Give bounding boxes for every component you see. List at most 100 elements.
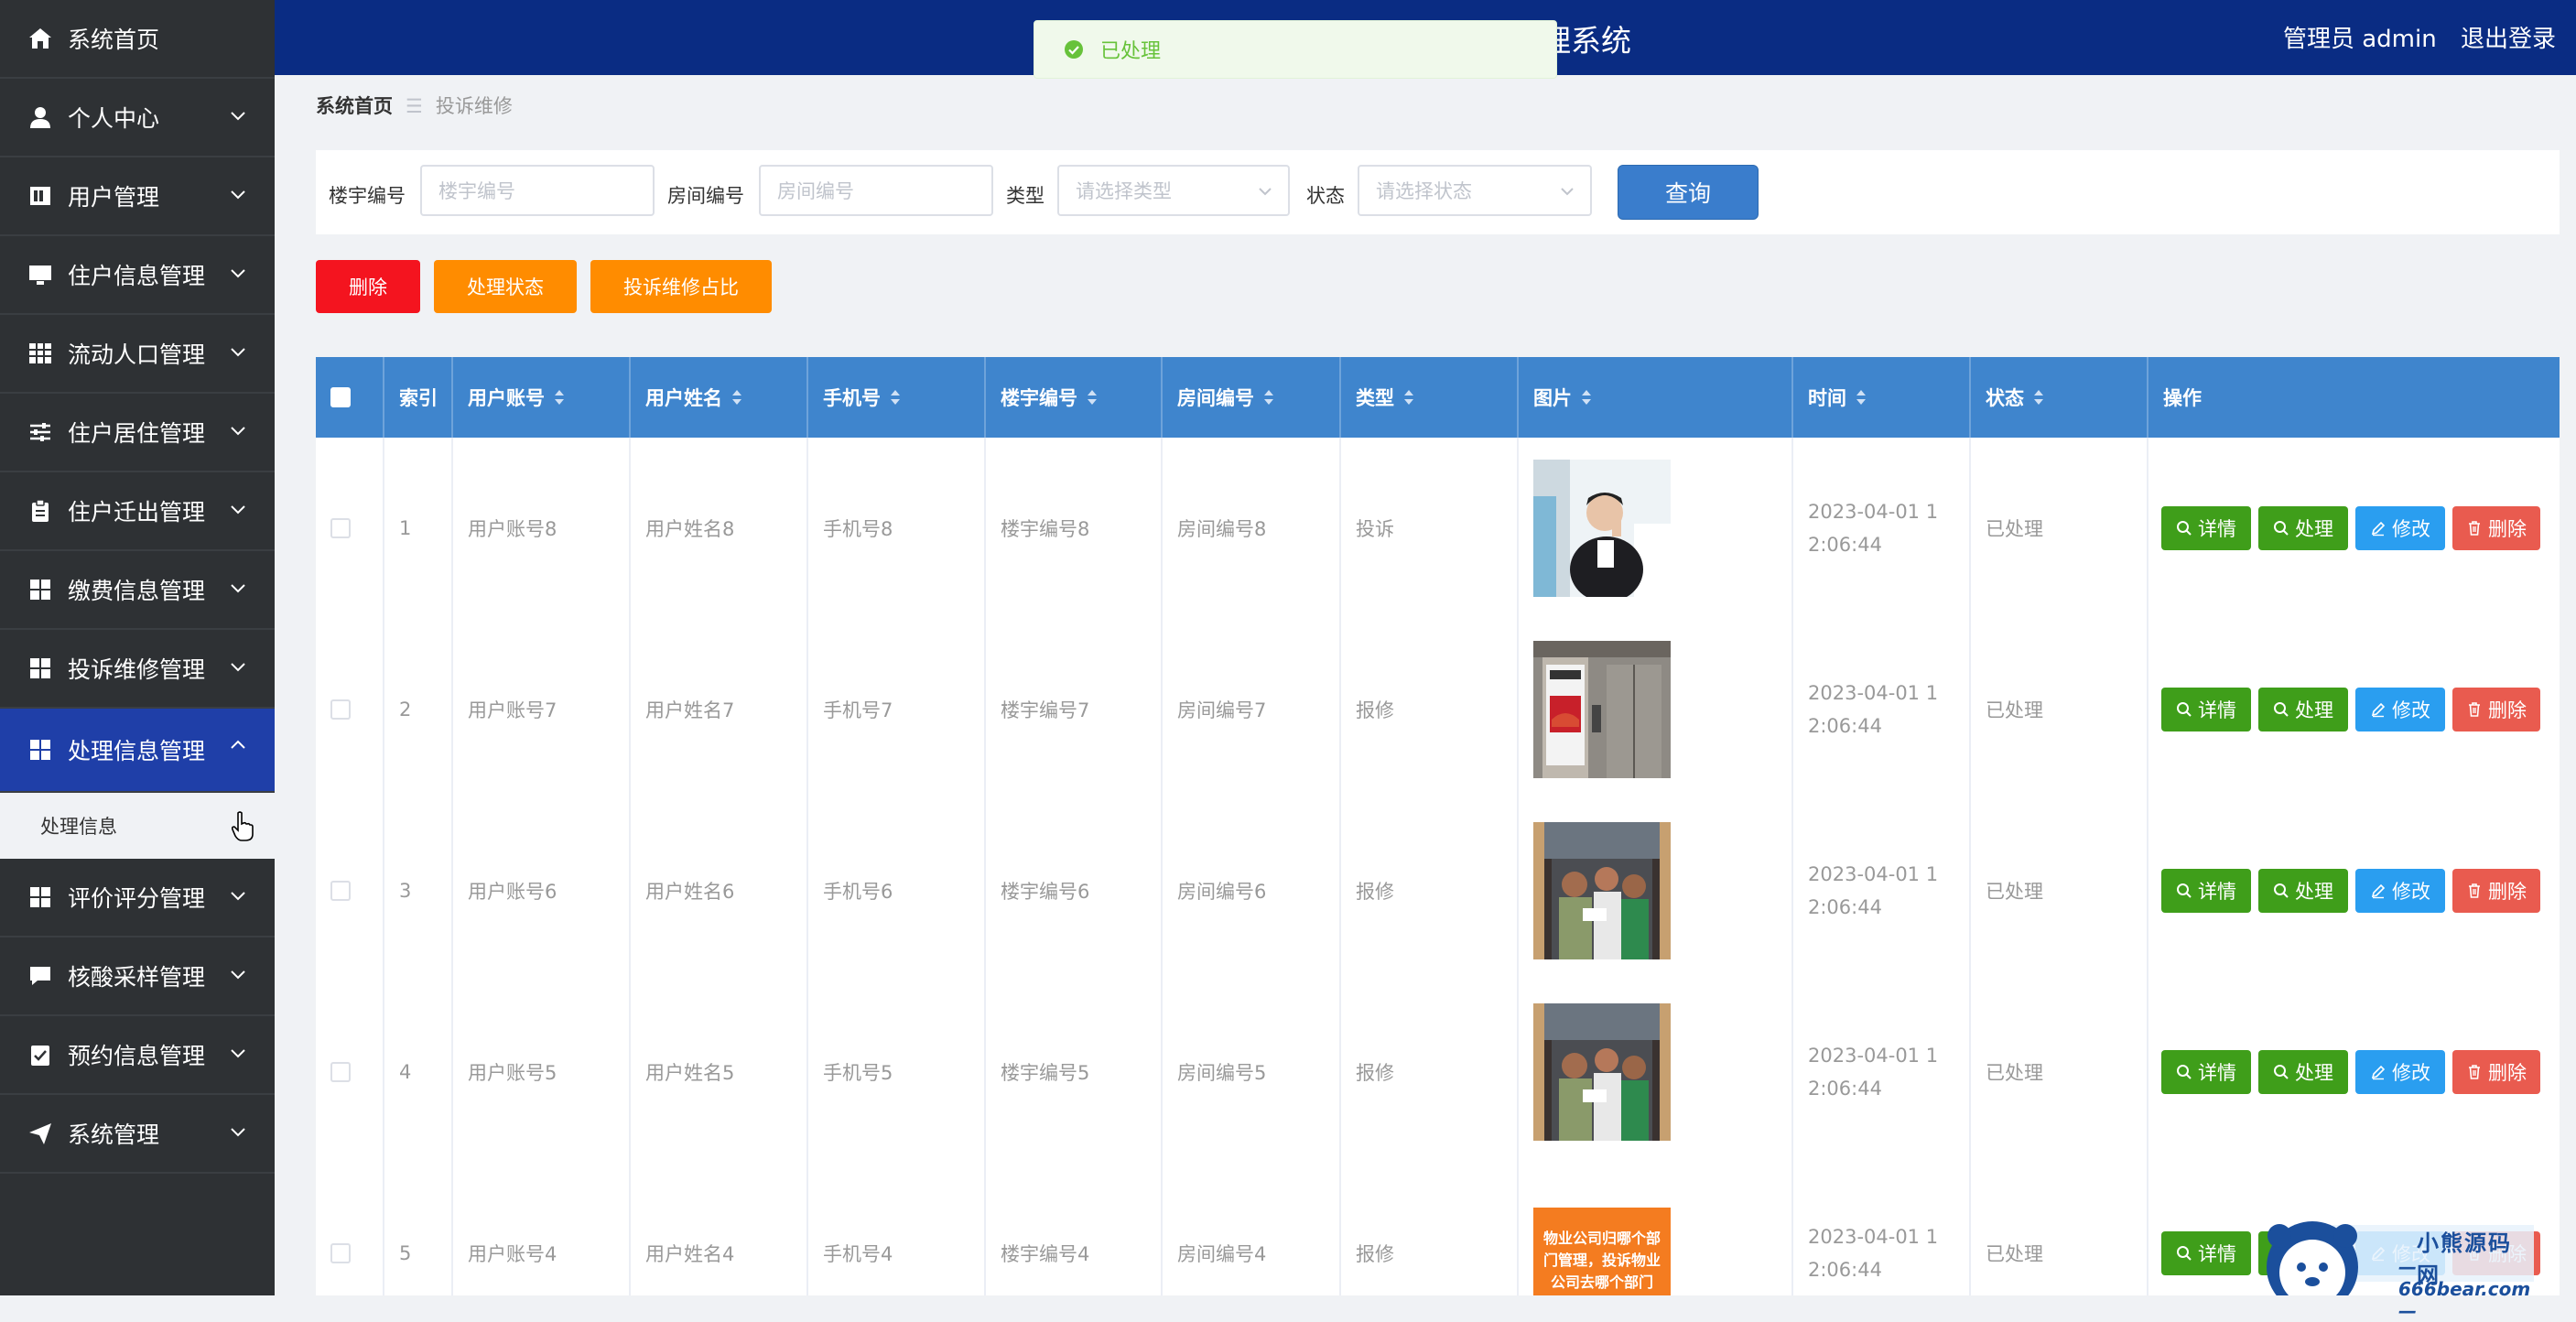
header-image[interactable]: 图片 [1519, 357, 1793, 438]
sidebar-item-12[interactable]: 预约信息管理 [0, 1016, 275, 1095]
thumbnail-image[interactable]: 物业公司归哪个部门管理，投诉物业公司去哪个部门 [1533, 1208, 1671, 1295]
process-button-label: 处理 [2295, 699, 2333, 721]
building-value: 楼宇编号4 [1001, 1243, 1090, 1265]
edit-button[interactable]: 修改 [2355, 506, 2445, 550]
detail-button[interactable]: 详情 [2161, 1050, 2251, 1094]
row-image-cell [1519, 981, 1793, 1163]
header-phone[interactable]: 手机号 [808, 357, 986, 438]
index-value: 5 [399, 1242, 412, 1264]
phone-value: 手机号5 [823, 1062, 893, 1084]
thumbnail-image[interactable] [1533, 460, 1671, 597]
query-button[interactable]: 查询 [1618, 165, 1759, 220]
delete-button[interactable]: 删除 [2452, 869, 2540, 913]
room-value: 房间编号8 [1177, 518, 1267, 540]
row-ops-cell: 详情 处理 修改 删除 [2148, 981, 2560, 1163]
sort-icon[interactable] [1263, 388, 1274, 406]
row-time-cell: 2023-04-01 12:06:44 [1793, 800, 1971, 981]
detail-button[interactable]: 详情 [2161, 1231, 2251, 1275]
time-value: 2023-04-01 12:06:44 [1808, 501, 1939, 556]
batch-delete-button[interactable]: 删除 [316, 260, 420, 313]
sidebar-item-10[interactable]: 评价评分管理 [0, 859, 275, 937]
header-time[interactable]: 时间 [1793, 357, 1971, 438]
thumbnail-image[interactable] [1533, 1003, 1671, 1141]
row-checkbox[interactable] [330, 1062, 351, 1082]
submenu-item-process-info[interactable]: 处理信息 [0, 793, 275, 859]
room-input[interactable]: 房间编号 [759, 165, 993, 216]
select-all-checkbox[interactable] [330, 387, 351, 407]
delete-button[interactable]: 删除 [2452, 506, 2540, 550]
row-checkbox[interactable] [330, 518, 351, 538]
sort-icon[interactable] [2033, 388, 2044, 406]
submenu-label: 处理信息 [40, 816, 117, 838]
apps-icon [27, 577, 53, 602]
complaint-ratio-button[interactable]: 投诉维修占比 [590, 260, 772, 313]
process-button[interactable]: 处理 [2258, 506, 2348, 550]
sort-icon[interactable] [1856, 388, 1867, 406]
header-type[interactable]: 类型 [1341, 357, 1519, 438]
process-button[interactable]: 处理 [2258, 869, 2348, 913]
search-panel: 楼宇编号 楼宇编号 房间编号 房间编号 类型 请选择类型 状态 请选择状态 查询 [316, 150, 2560, 234]
header-name[interactable]: 用户姓名 [631, 357, 808, 438]
clipboard-icon [27, 498, 53, 524]
status-select[interactable]: 请选择状态 [1358, 165, 1592, 216]
header-building[interactable]: 楼宇编号 [986, 357, 1163, 438]
sidebar-item-label: 评价评分管理 [68, 885, 206, 912]
sidebar-item-9[interactable]: 处理信息管理 [0, 709, 275, 793]
delete-button[interactable]: 删除 [2452, 1050, 2540, 1094]
row-select-cell [316, 1163, 384, 1295]
sidebar-item-11[interactable]: 核酸采样管理 [0, 937, 275, 1016]
sidebar-item-4[interactable]: 流动人口管理 [0, 315, 275, 394]
breadcrumb-separator-icon: ☰ [406, 95, 423, 117]
sidebar-item-2[interactable]: 用户管理 [0, 157, 275, 236]
row-checkbox[interactable] [330, 1243, 351, 1263]
sidebar-item-8[interactable]: 投诉维修管理 [0, 630, 275, 709]
account-value: 用户账号4 [468, 1243, 557, 1265]
sidebar-item-5[interactable]: 住户居住管理 [0, 394, 275, 472]
time-value: 2023-04-01 12:06:44 [1808, 682, 1939, 737]
edit-icon [2371, 702, 2386, 718]
sort-icon[interactable] [554, 388, 565, 406]
header-account[interactable]: 用户账号 [453, 357, 631, 438]
detail-button[interactable]: 详情 [2161, 506, 2251, 550]
row-ops-cell: 详情 处理 修改 删除 [2148, 438, 2560, 619]
process-status-button[interactable]: 处理状态 [434, 260, 577, 313]
type-select[interactable]: 请选择类型 [1057, 165, 1290, 216]
sort-icon[interactable] [731, 388, 742, 406]
detail-button[interactable]: 详情 [2161, 688, 2251, 731]
process-button[interactable]: 处理 [2258, 688, 2348, 731]
sort-icon[interactable] [1581, 388, 1592, 406]
index-value: 1 [399, 517, 412, 539]
edit-button[interactable]: 修改 [2355, 1050, 2445, 1094]
header-ops-label: 操作 [2163, 387, 2202, 409]
thumbnail-image[interactable] [1533, 641, 1671, 778]
row-phone-cell: 手机号4 [808, 1163, 986, 1295]
row-index-cell: 2 [384, 619, 453, 800]
process-button[interactable]: 处理 [2258, 1050, 2348, 1094]
room-value: 房间编号7 [1177, 699, 1267, 721]
building-input[interactable]: 楼宇编号 [420, 165, 655, 216]
sidebar-item-1[interactable]: 个人中心 [0, 79, 275, 157]
sidebar-item-3[interactable]: 住户信息管理 [0, 236, 275, 315]
row-checkbox[interactable] [330, 699, 351, 720]
header-room[interactable]: 房间编号 [1163, 357, 1341, 438]
sort-icon[interactable] [890, 388, 901, 406]
edit-button[interactable]: 修改 [2355, 869, 2445, 913]
header-status[interactable]: 状态 [1971, 357, 2148, 438]
sort-icon[interactable] [1403, 388, 1414, 406]
sidebar-item-0[interactable]: 系统首页 [0, 0, 275, 79]
phone-value: 手机号4 [823, 1243, 893, 1265]
chevron-down-icon [231, 269, 245, 278]
detail-button[interactable]: 详情 [2161, 869, 2251, 913]
process-button-label: 处理 [2295, 881, 2333, 903]
edit-button[interactable]: 修改 [2355, 688, 2445, 731]
thumbnail-image[interactable] [1533, 822, 1671, 959]
search-icon [2177, 702, 2192, 717]
sidebar-item-7[interactable]: 缴费信息管理 [0, 551, 275, 630]
sidebar-item-13[interactable]: 系统管理 [0, 1095, 275, 1174]
row-checkbox[interactable] [330, 881, 351, 901]
breadcrumb-home[interactable]: 系统首页 [316, 95, 393, 117]
sidebar-item-6[interactable]: 住户迁出管理 [0, 472, 275, 551]
logout-link[interactable]: 退出登录 [2461, 26, 2556, 53]
sort-icon[interactable] [1087, 388, 1098, 406]
delete-button[interactable]: 删除 [2452, 688, 2540, 731]
